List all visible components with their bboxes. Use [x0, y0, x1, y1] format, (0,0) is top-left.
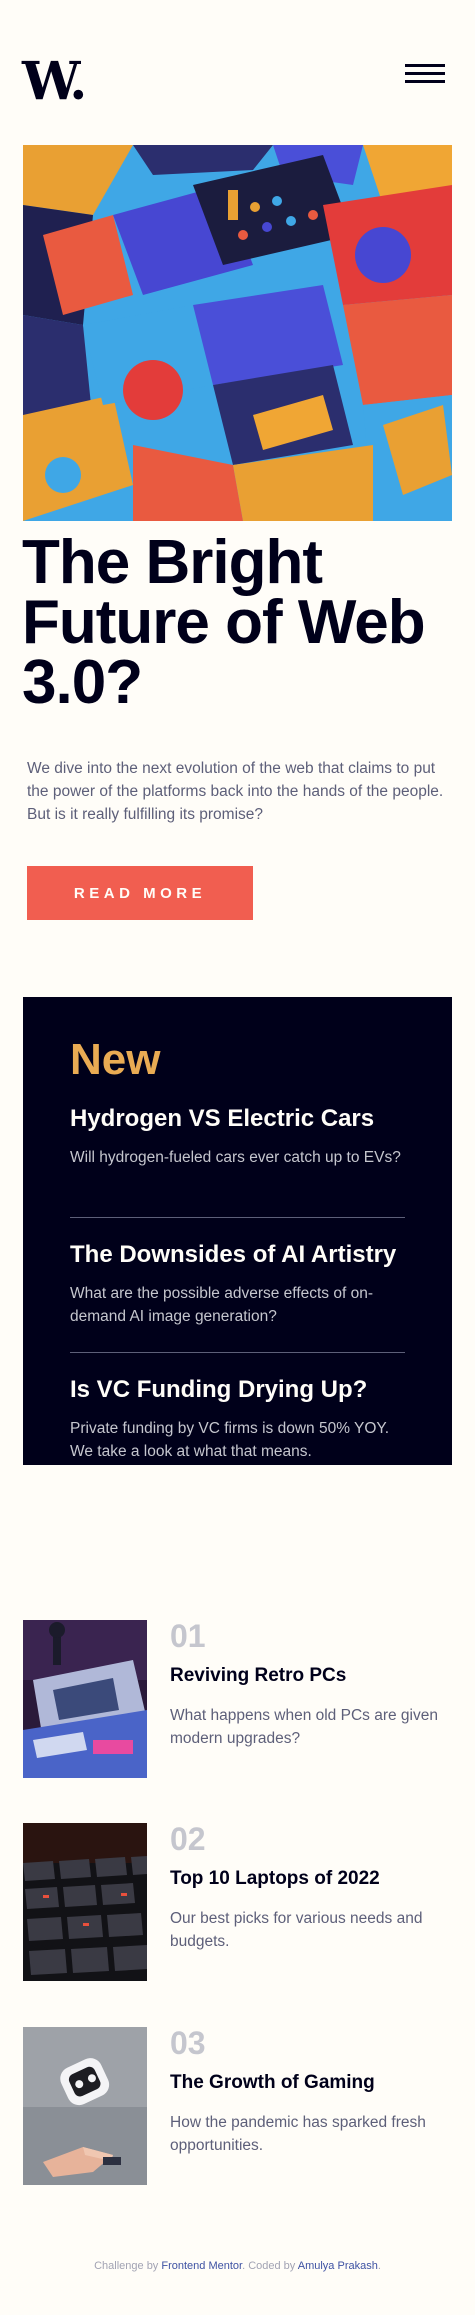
- article-description: What happens when old PCs are given mode…: [170, 1707, 438, 1747]
- list-item: 01 Reviving Retro PCs What happens when …: [23, 1620, 453, 1778]
- hero-title: The Bright Future of Web 3.0?: [22, 528, 426, 718]
- author-link[interactable]: Amulya Prakash: [298, 2260, 378, 2272]
- article-title[interactable]: Reviving Retro PCs: [170, 1665, 346, 1687]
- divider: [70, 1217, 405, 1218]
- hamburger-menu-icon[interactable]: [405, 62, 445, 86]
- new-item[interactable]: The Downsides of AI Artistry What are th…: [70, 1241, 410, 1328]
- new-item-title[interactable]: Is VC Funding Drying Up?: [70, 1376, 410, 1405]
- article-title[interactable]: Top 10 Laptops of 2022: [170, 1868, 380, 1890]
- attribution-prefix: Challenge by: [94, 2260, 162, 2272]
- attribution-middle: . Coded by: [242, 2260, 298, 2272]
- article-title[interactable]: The Growth of Gaming: [170, 2072, 375, 2094]
- new-item-title[interactable]: The Downsides of AI Artistry: [70, 1241, 410, 1270]
- new-item-title[interactable]: Hydrogen VS Electric Cars: [70, 1105, 410, 1134]
- new-heading: New: [70, 1035, 161, 1084]
- hero-image: [23, 145, 452, 521]
- new-item[interactable]: Hydrogen VS Electric Cars Will hydrogen-…: [70, 1105, 410, 1169]
- article-number: 02: [170, 1821, 206, 1857]
- attribution-suffix: .: [377, 2260, 381, 2272]
- frontend-mentor-link[interactable]: Frontend Mentor: [161, 2260, 242, 2272]
- laptop-keyboard-thumbnail: [23, 1823, 147, 1981]
- divider: [70, 1352, 405, 1353]
- list-item: 02 Top 10 Laptops of 2022 Our best picks…: [23, 1823, 453, 1981]
- gaming-controller-thumbnail: [23, 2027, 147, 2185]
- page-header: W.: [0, 0, 475, 140]
- read-more-button[interactable]: READ MORE: [27, 866, 253, 920]
- hero-description: We dive into the next evolution of the w…: [27, 760, 444, 823]
- list-item: 03 The Growth of Gaming How the pandemic…: [23, 2027, 453, 2185]
- article-description: How the pandemic has sparked fresh oppor…: [170, 2114, 426, 2154]
- logo[interactable]: W.: [22, 56, 87, 108]
- attribution-footer: Challenge by Frontend Mentor. Coded by A…: [0, 2260, 475, 2272]
- new-item[interactable]: Is VC Funding Drying Up? Private funding…: [70, 1376, 410, 1463]
- new-item-description: What are the possible adverse effects of…: [70, 1284, 373, 1325]
- article-number: 01: [170, 1618, 206, 1654]
- article-description: Our best picks for various needs and bud…: [170, 1910, 423, 1950]
- new-item-description: Will hydrogen-fueled cars ever catch up …: [70, 1148, 401, 1166]
- article-number: 03: [170, 2025, 206, 2061]
- new-panel: New Hydrogen VS Electric Cars Will hydro…: [23, 997, 452, 1465]
- new-item-description: Private funding by VC firms is down 50% …: [70, 1419, 390, 1460]
- retro-pc-thumbnail: [23, 1620, 147, 1778]
